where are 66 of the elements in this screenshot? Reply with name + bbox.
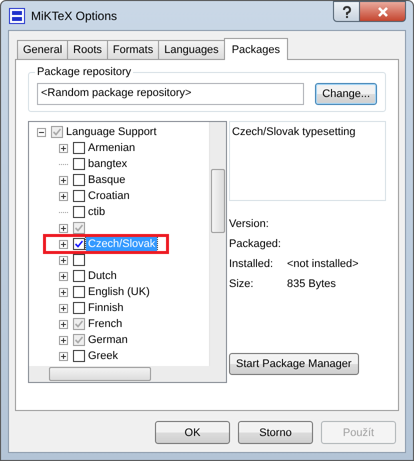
- expand-icon[interactable]: [59, 240, 68, 248]
- info-label: Version:: [229, 218, 270, 232]
- checkbox[interactable]: [73, 222, 85, 234]
- close-button[interactable]: [360, 1, 406, 22]
- tab[interactable]: Roots: [67, 40, 108, 59]
- checkbox[interactable]: [73, 318, 85, 330]
- info-label: Installed:: [229, 258, 274, 272]
- checkbox[interactable]: [51, 126, 63, 138]
- expand-icon[interactable]: [59, 272, 68, 280]
- start-package-manager-button[interactable]: Start Package Manager: [229, 353, 359, 375]
- tree-item[interactable]: Basque: [86, 173, 128, 187]
- dialog-button[interactable]: Storno: [238, 421, 313, 444]
- tab[interactable]: General: [17, 40, 68, 59]
- expand-icon[interactable]: [59, 144, 68, 152]
- info-label: Size:: [229, 278, 254, 292]
- checkbox[interactable]: [73, 206, 85, 218]
- expand-icon[interactable]: [59, 224, 68, 232]
- tab[interactable]: Languages: [158, 40, 225, 59]
- help-icon: [342, 6, 352, 18]
- window-title: MiKTeX Options: [31, 8, 118, 22]
- checkbox[interactable]: [73, 286, 85, 298]
- dialog-button[interactable]: OK: [155, 421, 230, 444]
- checkbox[interactable]: [73, 190, 85, 202]
- checkbox[interactable]: [73, 270, 85, 282]
- tree-item[interactable]: Armenian: [86, 141, 138, 155]
- expand-icon[interactable]: [59, 336, 68, 344]
- tree-item[interactable]: ctib: [86, 205, 108, 219]
- info-label: Packaged:: [229, 238, 282, 252]
- tree-item[interactable]: Dutch: [86, 269, 119, 283]
- checkbox[interactable]: [73, 302, 85, 314]
- collapse-icon[interactable]: [37, 128, 46, 136]
- vertical-scrollbar[interactable]: [209, 122, 226, 366]
- info-value: 835 Bytes: [287, 278, 336, 292]
- checkbox[interactable]: [73, 254, 85, 266]
- tree-item[interactable]: German: [86, 333, 130, 347]
- expand-icon[interactable]: [59, 256, 68, 264]
- checkbox[interactable]: [73, 334, 85, 346]
- info-value: <not installed>: [287, 258, 359, 272]
- tree-item[interactable]: Greek: [86, 349, 120, 363]
- description-text: Czech/Slovak typesetting: [232, 126, 356, 138]
- checkbox[interactable]: [73, 174, 85, 186]
- checkbox[interactable]: [73, 142, 85, 154]
- tree-item[interactable]: Language Support: [64, 125, 159, 139]
- expand-icon[interactable]: [59, 288, 68, 296]
- tab[interactable]: Formats: [106, 40, 160, 59]
- tree-item[interactable]: Finnish: [86, 301, 126, 315]
- checkbox[interactable]: [73, 158, 85, 170]
- tree-item[interactable]: English (UK): [86, 285, 152, 299]
- expand-icon[interactable]: [59, 304, 68, 312]
- tree-item[interactable]: French: [86, 317, 124, 331]
- repository-field[interactable]: <Random package repository>: [37, 83, 304, 105]
- expand-icon[interactable]: [59, 176, 68, 184]
- help-button[interactable]: [333, 1, 360, 22]
- close-icon: [376, 6, 388, 18]
- app-icon: [9, 8, 25, 24]
- checkbox[interactable]: [73, 238, 85, 250]
- tree-item[interactable]: Croatian: [86, 189, 132, 203]
- horizontal-scrollbar[interactable]: [29, 366, 226, 382]
- change-button[interactable]: Change...: [315, 83, 377, 105]
- checkbox[interactable]: [73, 350, 85, 362]
- group-label: Package repository: [35, 66, 134, 78]
- expand-icon[interactable]: [59, 352, 68, 360]
- expand-icon[interactable]: [59, 320, 68, 328]
- tab[interactable]: Packages: [224, 38, 288, 60]
- tree-item[interactable]: bangtex: [86, 157, 130, 171]
- expand-icon[interactable]: [59, 192, 68, 200]
